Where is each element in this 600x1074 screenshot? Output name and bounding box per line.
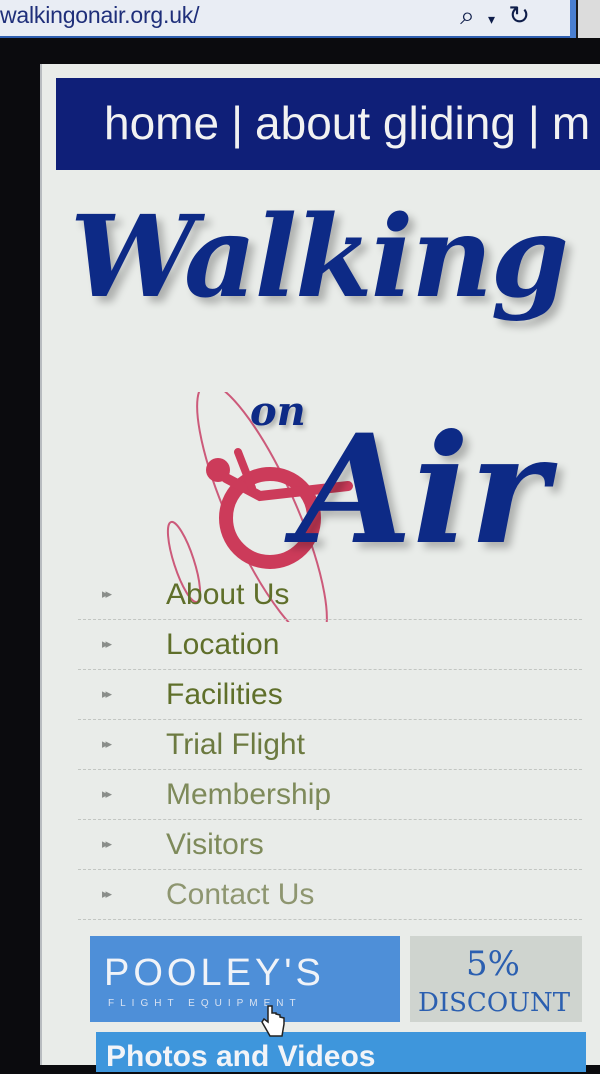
- bullet-icon: ▸▸: [102, 686, 112, 701]
- nav-separator: |: [231, 97, 244, 149]
- logo-text-air: Air: [296, 402, 549, 578]
- chevron-down-icon[interactable]: ▾: [488, 11, 495, 27]
- menu-item-label: Visitors: [166, 828, 264, 861]
- menu-item-label: Facilities: [166, 678, 283, 711]
- discount-banner[interactable]: 5% DISCOUNT: [410, 936, 582, 1022]
- menu-item-location[interactable]: ▸▸ Location: [78, 620, 582, 670]
- pooleys-brand: POOLEY'S: [104, 952, 325, 994]
- hand-cursor-icon: [261, 1005, 285, 1037]
- refresh-icon[interactable]: ↻: [508, 0, 530, 30]
- bullet-icon: ▸▸: [102, 736, 112, 751]
- nav-link-partial[interactable]: m: [552, 97, 590, 149]
- photos-videos-link[interactable]: Photos and Videos: [96, 1032, 586, 1073]
- bullet-icon: ▸▸: [102, 786, 112, 801]
- top-navigation: home | about gliding | m: [56, 78, 600, 170]
- bullet-icon: ▸▸: [102, 586, 112, 601]
- menu-item-label: Trial Flight: [166, 728, 305, 761]
- menu-item-label: Location: [166, 628, 280, 661]
- bullet-icon: ▸▸: [102, 886, 112, 901]
- site-logo[interactable]: Walking on Air: [62, 192, 582, 622]
- url-text: walkingonair.org.uk/: [0, 2, 200, 28]
- logo-text-walking: Walking: [70, 192, 569, 323]
- nav-link-home[interactable]: home: [104, 97, 219, 149]
- menu-item-facilities[interactable]: ▸▸ Facilities: [78, 670, 582, 720]
- bullet-icon: ▸▸: [102, 836, 112, 851]
- browser-address-bar: walkingonair.org.uk/ ⌕ ▾ ↻: [0, 0, 600, 38]
- menu-item-label: Contact Us: [166, 878, 315, 911]
- menu-item-trial-flight[interactable]: ▸▸ Trial Flight: [78, 720, 582, 770]
- photos-videos-label: Photos and Videos: [106, 1040, 376, 1073]
- url-field[interactable]: walkingonair.org.uk/ ⌕ ▾ ↻: [0, 0, 570, 38]
- bullet-icon: ▸▸: [102, 636, 112, 651]
- pooleys-banner[interactable]: POOLEY'S FLIGHT EQUIPMENT: [90, 936, 400, 1022]
- page-container: home | about gliding | m Walking on Air ▸▸ A…: [40, 64, 600, 1073]
- browser-tab-edge[interactable]: [576, 0, 600, 38]
- menu-item-contact-us[interactable]: ▸▸ Contact Us: [78, 870, 582, 920]
- nav-link-about-gliding[interactable]: about gliding: [255, 97, 516, 149]
- menu-item-visitors[interactable]: ▸▸ Visitors: [78, 820, 582, 870]
- discount-label: DISCOUNT: [418, 988, 571, 1018]
- menu-item-membership[interactable]: ▸▸ Membership: [78, 770, 582, 820]
- search-icon[interactable]: ⌕: [460, 0, 475, 30]
- menu-item-label: About Us: [166, 578, 290, 611]
- menu-item-about-us[interactable]: ▸▸ About Us: [78, 570, 582, 620]
- nav-separator: |: [527, 97, 540, 149]
- menu-item-label: Membership: [166, 778, 332, 811]
- discount-value: 5%: [466, 944, 520, 984]
- side-menu: ▸▸ About Us ▸▸ Location ▸▸ Facilities ▸▸…: [78, 570, 582, 920]
